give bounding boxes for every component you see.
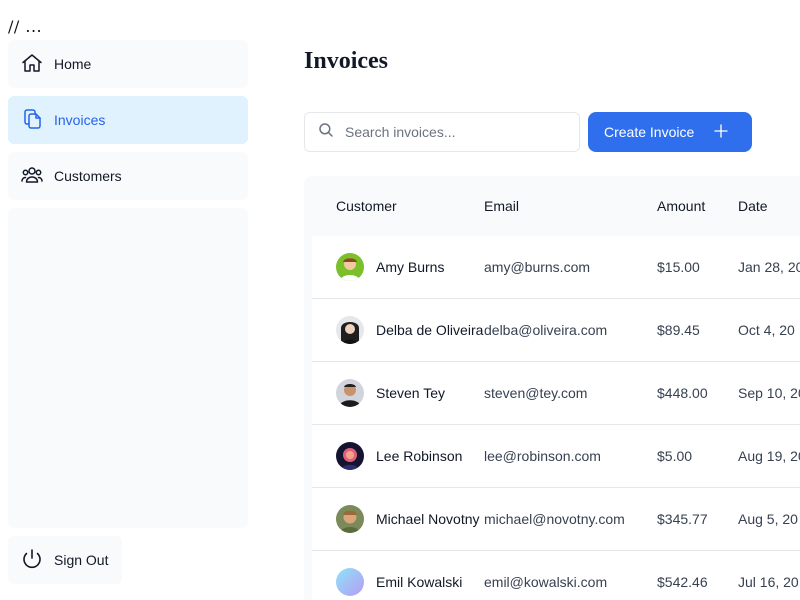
invoice-amount: $345.77 [657, 511, 708, 527]
table-row[interactable]: Steven Tey steven@tey.com $448.00 Sep 10… [312, 362, 800, 425]
page-title: Invoices [304, 48, 388, 74]
column-header-date: Date [738, 198, 768, 214]
home-icon [20, 51, 44, 78]
column-header-email: Email [484, 198, 520, 214]
invoice-date: Jul 16, 20 [738, 574, 799, 590]
customer-name: Steven Tey [376, 385, 446, 401]
invoice-amount: $5.00 [657, 448, 693, 464]
search-box[interactable] [304, 112, 580, 152]
sidebar-item-label: Invoices [54, 112, 106, 128]
invoice-amount: $448.00 [657, 385, 708, 401]
customer-email: lee@robinson.com [484, 448, 601, 464]
sidebar-spacer [8, 208, 248, 528]
customer-name: Emil Kowalski [376, 574, 463, 590]
column-header-amount: Amount [657, 198, 706, 214]
sign-out-label: Sign Out [54, 552, 109, 568]
customer-name: Delba de Oliveira [376, 322, 484, 338]
invoice-date: Aug 5, 20 [738, 511, 798, 527]
invoice-amount: $89.45 [657, 322, 700, 338]
customer-email: amy@burns.com [484, 259, 591, 275]
table-header: Customer Email Amount Date [304, 176, 800, 236]
sidebar-item-label: Home [54, 56, 92, 72]
customer-name: Amy Burns [376, 259, 445, 275]
customer-email: delba@oliveira.com [484, 322, 608, 338]
sign-out-button[interactable]: Sign Out [8, 536, 122, 584]
sidebar: Home Invoices Customers Sign Out [8, 40, 248, 592]
table-row[interactable]: Michael Novotny michael@novotny.com $345… [312, 488, 800, 551]
search-input[interactable] [345, 124, 565, 140]
plus-icon [712, 122, 730, 143]
table-row[interactable]: Delba de Oliveira delba@oliveira.com $89… [312, 299, 800, 362]
table-row[interactable]: Amy Burns amy@burns.com $15.00 Jan 28, 2… [312, 236, 800, 299]
customer-name: Lee Robinson [376, 448, 463, 464]
power-icon [20, 547, 44, 574]
search-icon [317, 121, 335, 144]
avatar [336, 442, 364, 470]
avatar [336, 568, 364, 596]
avatar [336, 316, 364, 344]
sidebar-item-invoices[interactable]: Invoices [8, 96, 248, 144]
breadcrumb: // ... [8, 17, 43, 36]
table-row[interactable]: Lee Robinson lee@robinson.com $5.00 Aug … [312, 425, 800, 488]
invoice-amount: $542.46 [657, 574, 708, 590]
invoice-date: Jan 28, 20 [738, 259, 800, 275]
document-duplicate-icon [20, 107, 44, 134]
sidebar-item-home[interactable]: Home [8, 40, 248, 88]
sidebar-item-customers[interactable]: Customers [8, 152, 248, 200]
table-body: Amy Burns amy@burns.com $15.00 Jan 28, 2… [312, 236, 800, 600]
invoices-table: Customer Email Amount Date Amy Burns amy… [304, 176, 800, 600]
avatar [336, 379, 364, 407]
invoice-date: Sep 10, 20 [738, 385, 800, 401]
customer-email: michael@novotny.com [484, 511, 625, 527]
customer-email: steven@tey.com [484, 385, 588, 401]
customer-name: Michael Novotny [376, 511, 480, 527]
customer-email: emil@kowalski.com [484, 574, 608, 590]
invoice-amount: $15.00 [657, 259, 700, 275]
sidebar-item-label: Customers [54, 168, 122, 184]
create-invoice-label: Create Invoice [604, 124, 695, 140]
invoice-date: Oct 4, 20 [738, 322, 795, 338]
create-invoice-button[interactable]: Create Invoice [588, 112, 752, 152]
avatar [336, 253, 364, 281]
column-header-customer: Customer [336, 198, 397, 214]
user-group-icon [20, 163, 44, 190]
table-row[interactable]: Emil Kowalski emil@kowalski.com $542.46 … [312, 551, 800, 600]
avatar [336, 505, 364, 533]
invoice-date: Aug 19, 20 [738, 448, 800, 464]
